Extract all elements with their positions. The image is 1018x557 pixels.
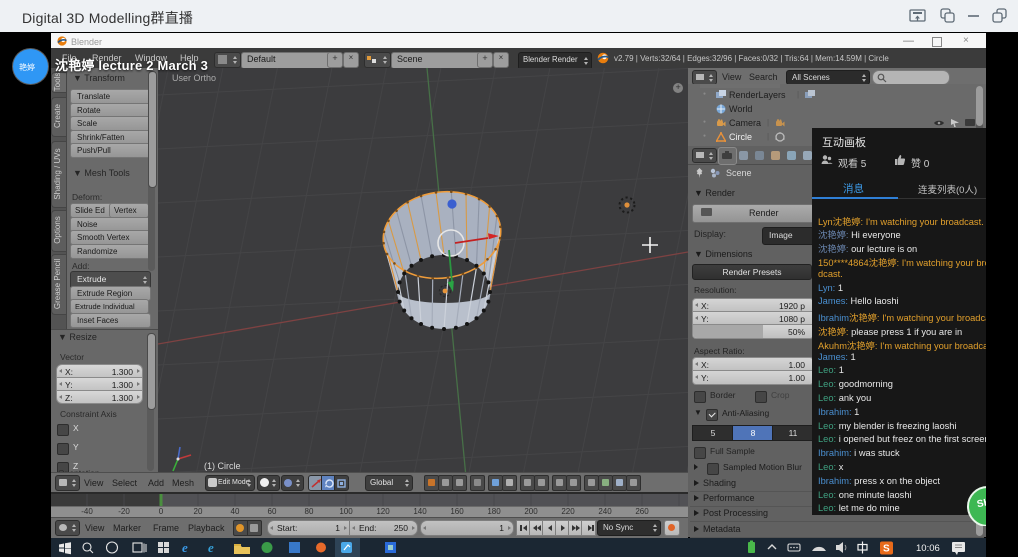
svg-text:10:06: 10:06 (916, 543, 940, 554)
svg-text:S: S (883, 544, 890, 555)
svg-text:e: e (208, 540, 214, 555)
svg-text:e: e (182, 540, 188, 555)
